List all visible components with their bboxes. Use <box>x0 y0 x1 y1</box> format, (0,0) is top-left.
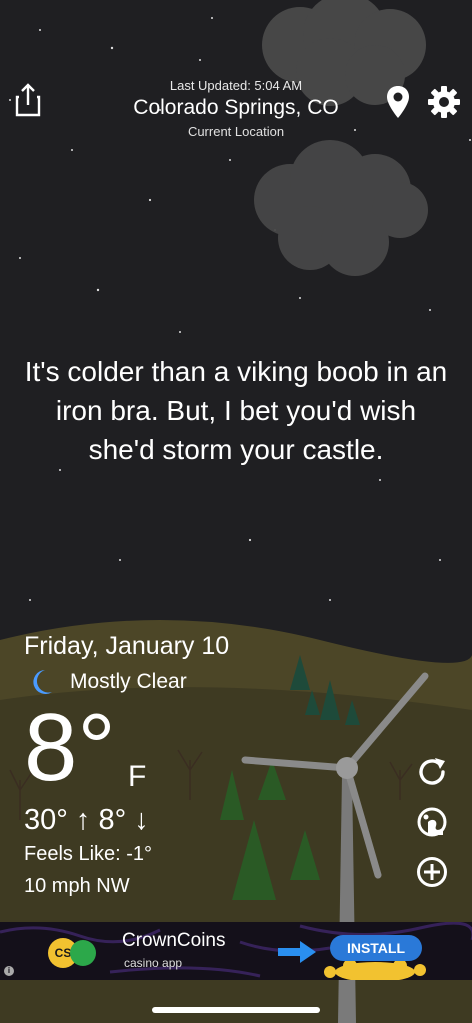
add-icon <box>417 857 447 887</box>
ad-logo-text: CS <box>54 946 72 960</box>
temperature-unit[interactable]: F <box>128 760 146 794</box>
background-scene <box>0 0 472 1023</box>
ad-banner[interactable]: CS CrownCoins casino app INSTALL i <box>0 922 472 980</box>
ad-info-icon[interactable]: i <box>4 966 14 976</box>
high-low-temperature: 30° ↑ 8° ↓ <box>24 804 149 836</box>
home-indicator[interactable] <box>152 1007 320 1013</box>
weather-joke: It's colder than a viking boob in an iro… <box>24 356 448 465</box>
ad-subtitle: casino app <box>124 956 183 970</box>
radar-icon <box>417 807 447 837</box>
moon-icon <box>33 670 52 694</box>
condition-text: Mostly Clear <box>70 670 187 693</box>
condition-row: Mostly Clear <box>28 668 187 696</box>
ad-logo-coin <box>70 940 96 966</box>
night-sky-illustration <box>0 0 472 1023</box>
ad-brand-name: CrownCoins <box>122 930 226 951</box>
ad-install-button[interactable]: INSTALL <box>330 935 422 961</box>
wind-text: 10 mph NW <box>24 875 130 897</box>
location-button[interactable] <box>384 84 412 120</box>
settings-button[interactable] <box>426 84 462 120</box>
radar-button[interactable] <box>414 804 450 840</box>
forecast-date: Friday, January 10 <box>24 632 230 660</box>
refresh-icon <box>419 758 445 785</box>
feels-like-text: Feels Like: -1° <box>24 843 153 865</box>
current-location-label: Current Location <box>187 124 285 139</box>
gear-icon <box>428 86 460 118</box>
refresh-button[interactable] <box>414 754 450 790</box>
location-pin-icon <box>387 86 409 118</box>
add-location-button[interactable] <box>414 854 450 890</box>
current-temperature: 8° <box>24 694 116 801</box>
